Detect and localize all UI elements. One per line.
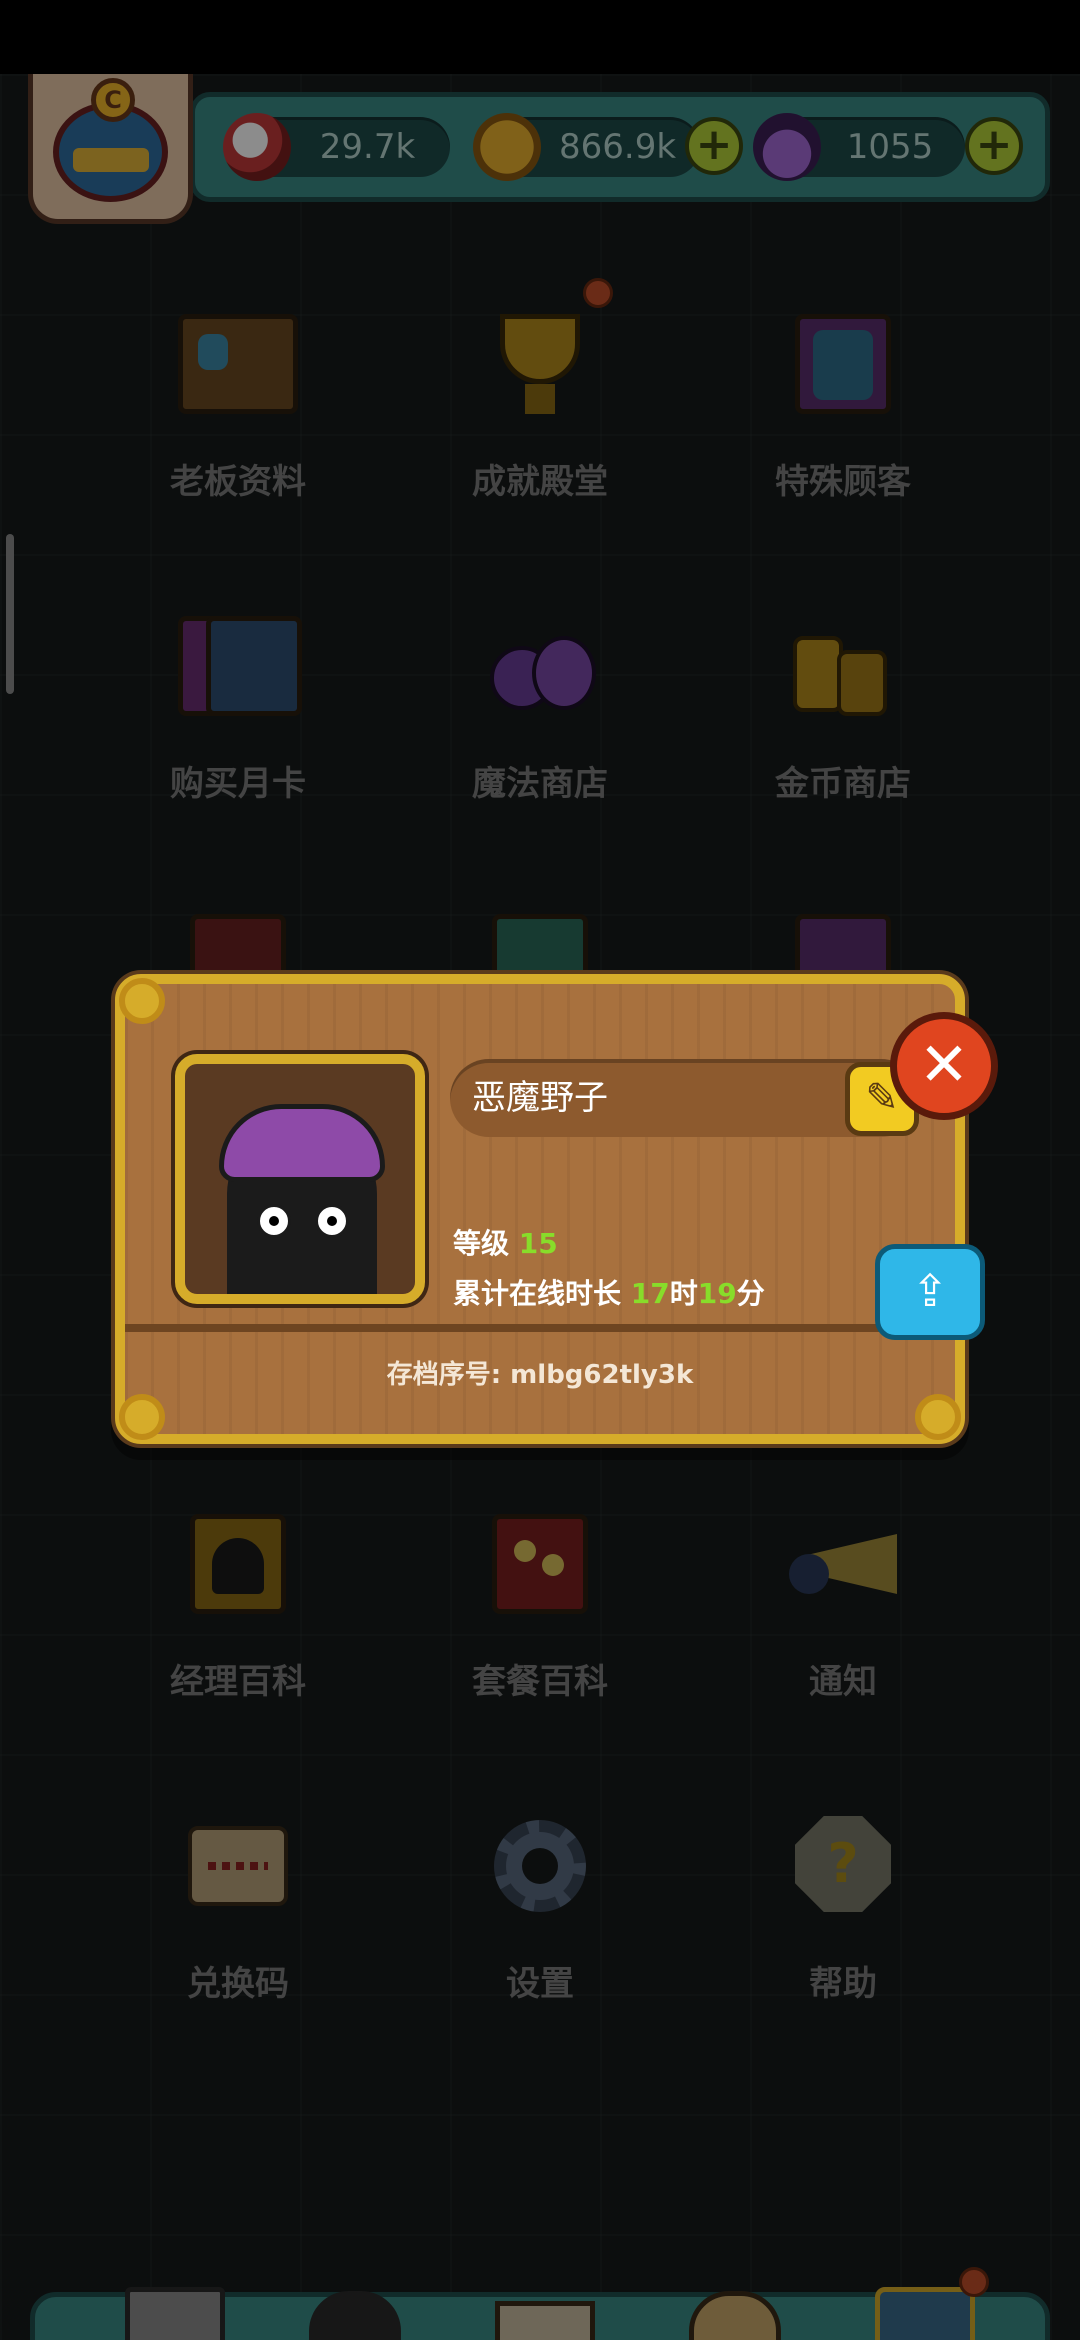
status-bar [0,0,1080,74]
online-hours: 17 [630,1277,670,1310]
share-icon: ⇪ [911,1266,949,1317]
hours-unit: 时 [669,1277,698,1310]
minutes-unit: 分 [736,1277,765,1310]
online-minutes: 19 [697,1277,737,1310]
online-time-label: 累计在线时长 [453,1277,622,1310]
player-name: 恶魔野子 [472,1078,608,1118]
level-label: 等级 [453,1227,510,1260]
game-screen: 29.7k 866.9k + 1055 + C 老板资料 成就殿堂 特殊顾客 购… [0,74,1080,2340]
corner-ornament [915,1394,961,1440]
corner-ornament [119,1394,165,1440]
level-value: 15 [518,1227,558,1260]
eye [257,1204,291,1238]
player-portrait [175,1054,425,1304]
eye [315,1204,349,1238]
share-button[interactable]: ⇪ [875,1244,985,1340]
close-icon: ✕ [918,1030,970,1100]
online-time-row: 累计在线时长 17时19分 [453,1272,765,1312]
level-row: 等级 15 [453,1222,558,1262]
archive-id: 存档序号: mlbg62tly3k [386,1360,694,1390]
close-dialog-button[interactable]: ✕ [890,1012,998,1120]
divider [125,1324,955,1332]
beanie-icon [219,1104,385,1182]
corner-ornament [119,978,165,1024]
profile-dialog: 恶魔野子 ✎ 等级 15 累计在线时长 17时19分 存档序号: mlbg62t… [115,974,965,1444]
